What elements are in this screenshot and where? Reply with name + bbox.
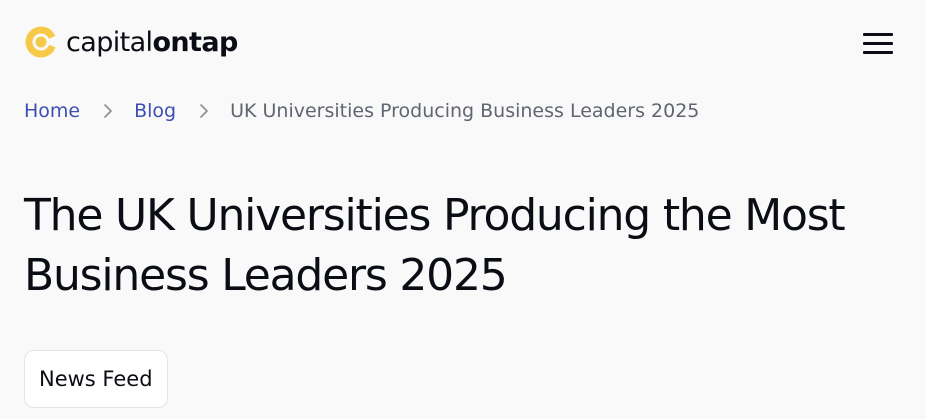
logo-text-bold: ontap [152, 26, 238, 58]
hamburger-menu-button[interactable] [856, 28, 900, 60]
page: capitalontap Home Blog UK Universities P… [0, 0, 926, 419]
chevron-right-icon [200, 104, 208, 118]
breadcrumb: Home Blog UK Universities Producing Busi… [24, 98, 699, 124]
site-header: capitalontap [0, 0, 926, 88]
breadcrumb-current-page: UK Universities Producing Business Leade… [230, 100, 700, 122]
logo-wordmark: capitalontap [66, 29, 238, 56]
category-tag-news-feed[interactable]: News Feed [24, 350, 168, 408]
capitalontap-logo-icon [25, 26, 57, 58]
logo-text-light: capital [66, 26, 153, 58]
article-title: The UK Universities Producing the Most B… [24, 190, 846, 301]
breadcrumb-home-link[interactable]: Home [24, 100, 80, 122]
logo-link[interactable]: capitalontap [24, 24, 238, 60]
chevron-right-icon [104, 104, 112, 118]
breadcrumb-blog-link[interactable]: Blog [134, 100, 176, 122]
